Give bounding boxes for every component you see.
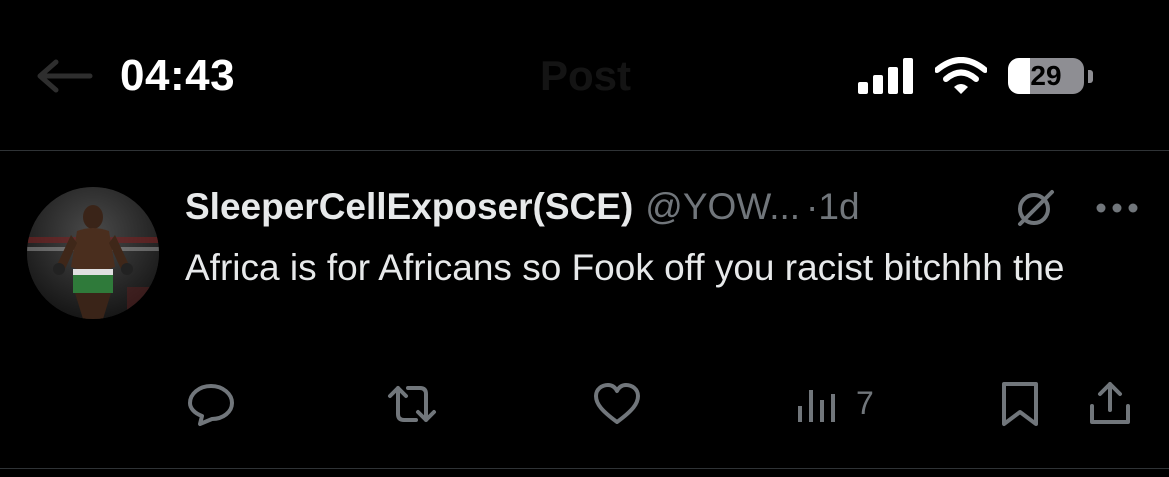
back-arrow-icon[interactable] (34, 58, 94, 94)
more-options-icon[interactable] (1094, 198, 1140, 218)
status-time: 04:43 (120, 51, 236, 100)
meta-separator: · (806, 186, 819, 227)
share-icon[interactable] (1086, 380, 1134, 428)
reply-icon[interactable] (186, 380, 236, 428)
author-handle[interactable]: @YOW... (645, 186, 800, 227)
cellular-signal-icon (858, 58, 914, 94)
like-icon[interactable] (592, 380, 642, 428)
views-icon[interactable] (796, 380, 840, 428)
repost-icon[interactable] (386, 380, 438, 428)
views-count[interactable]: 7 (856, 381, 874, 425)
post-header: SleeperCellExposer(SCE) @YOW... ·1d (185, 182, 860, 232)
grok-icon[interactable] (1014, 188, 1058, 228)
header-divider (0, 150, 1169, 151)
post-divider (0, 468, 1169, 469)
avatar[interactable] (27, 187, 159, 319)
status-bar: 04:43 Post 29 (0, 0, 1169, 150)
battery-nub (1088, 70, 1093, 83)
battery-indicator: 29 (1008, 58, 1096, 96)
battery-level: 29 (1030, 60, 1062, 91)
wifi-icon (934, 57, 988, 95)
bookmark-icon[interactable] (998, 380, 1042, 428)
page-title: Post (540, 52, 632, 99)
post-timestamp[interactable]: 1d (818, 186, 859, 227)
post-text: Africa is for Africans so Fook off you r… (185, 247, 1065, 288)
author-display-name[interactable]: SleeperCellExposer(SCE) (185, 186, 633, 227)
